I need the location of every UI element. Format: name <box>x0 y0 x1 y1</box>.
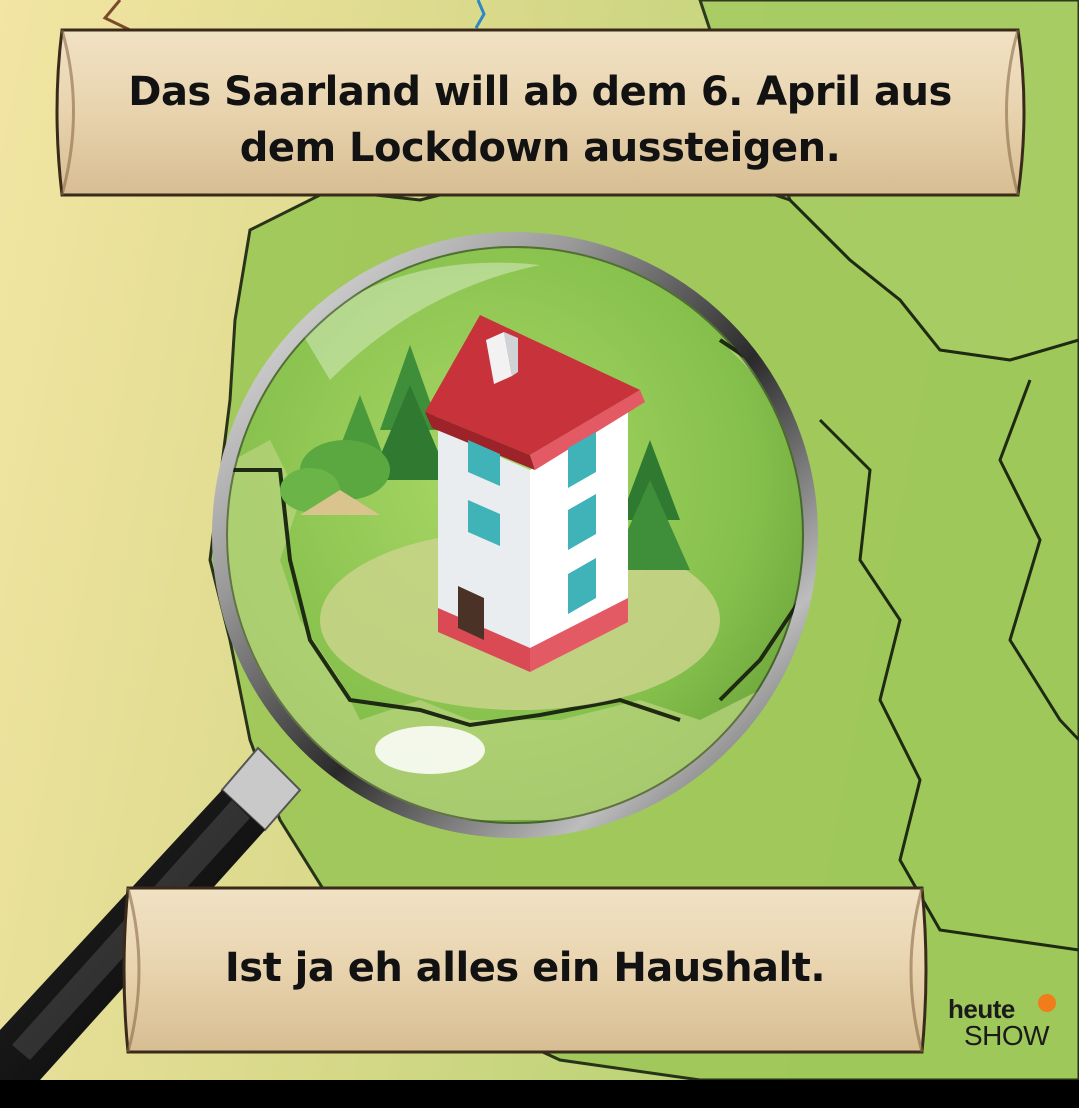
logo-show-text: SHOW <box>964 1020 1050 1051</box>
bottom-black-bar <box>0 1080 1079 1108</box>
top-caption-line-1: Das Saarland will ab dem 6. April aus <box>128 69 952 115</box>
bottom-caption-box: Ist ja eh alles ein Haushalt. <box>128 888 922 1052</box>
illustration: Das Saarland will ab dem 6. April aus de… <box>0 0 1079 1080</box>
zdf-dot-icon <box>1038 994 1056 1012</box>
bottom-caption: Ist ja eh alles ein Haushalt. <box>224 945 826 991</box>
top-caption-line-2: dem Lockdown aussteigen. <box>239 125 841 171</box>
top-caption: Das Saarland will ab dem 6. April aus de… <box>62 64 1018 176</box>
heute-show-logo: heute SHOW <box>946 994 1056 1054</box>
top-caption-box: Das Saarland will ab dem 6. April aus de… <box>62 30 1018 195</box>
